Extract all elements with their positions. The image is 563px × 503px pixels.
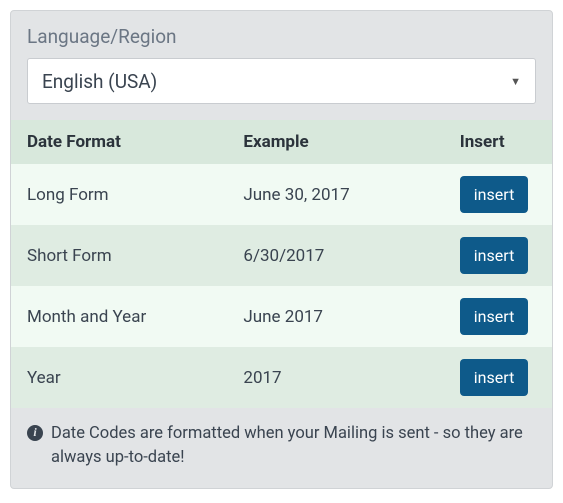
cell-insert: insert — [444, 225, 552, 286]
header-example: Example — [227, 120, 443, 164]
cell-format: Long Form — [11, 164, 227, 225]
cell-format: Year — [11, 347, 227, 408]
cell-format: Short Form — [11, 225, 227, 286]
table-row: Year 2017 insert — [11, 347, 552, 408]
cell-insert: insert — [444, 347, 552, 408]
cell-example: 2017 — [227, 347, 443, 408]
footer-note: i Date Codes are formatted when your Mai… — [11, 408, 552, 488]
header-date-format: Date Format — [11, 120, 227, 164]
table-row: Short Form 6/30/2017 insert — [11, 225, 552, 286]
language-select-value: English (USA) — [42, 70, 157, 93]
panel-title: Language/Region — [11, 11, 552, 58]
insert-button[interactable]: insert — [460, 298, 529, 335]
table-row: Long Form June 30, 2017 insert — [11, 164, 552, 225]
language-region-panel: Language/Region English (USA) ▼ Date For… — [10, 10, 553, 489]
info-icon: i — [27, 425, 43, 441]
header-insert: Insert — [444, 120, 552, 164]
insert-button[interactable]: insert — [460, 359, 529, 396]
language-select-wrap: English (USA) ▼ — [11, 58, 552, 120]
cell-insert: insert — [444, 286, 552, 347]
insert-button[interactable]: insert — [460, 237, 529, 274]
cell-example: June 2017 — [227, 286, 443, 347]
date-format-table: Date Format Example Insert Long Form Jun… — [11, 120, 552, 408]
cell-format: Month and Year — [11, 286, 227, 347]
table-header-row: Date Format Example Insert — [11, 120, 552, 164]
table-row: Month and Year June 2017 insert — [11, 286, 552, 347]
cell-example: 6/30/2017 — [227, 225, 443, 286]
cell-example: June 30, 2017 — [227, 164, 443, 225]
chevron-down-icon: ▼ — [510, 75, 521, 88]
language-select[interactable]: English (USA) ▼ — [27, 58, 536, 104]
footer-note-text: Date Codes are formatted when your Maili… — [51, 422, 536, 470]
cell-insert: insert — [444, 164, 552, 225]
insert-button[interactable]: insert — [460, 176, 529, 213]
